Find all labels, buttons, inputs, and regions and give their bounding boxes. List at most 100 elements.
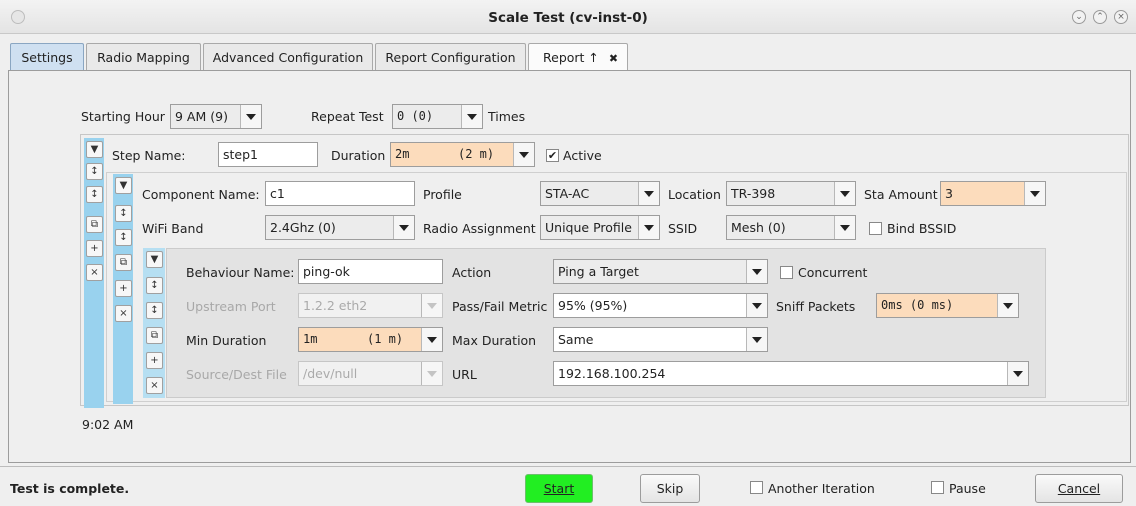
behaviour-name-label: Behaviour Name:: [186, 265, 295, 280]
chevron-down-icon: [240, 105, 261, 128]
behaviour-sidebar: [143, 248, 165, 398]
step-collapse-button[interactable]: ▼: [86, 141, 103, 158]
behaviour-add-button[interactable]: +: [146, 352, 163, 369]
ssid-select[interactable]: Mesh (0): [726, 215, 856, 240]
chevron-down-icon: [393, 216, 414, 239]
location-label: Location: [668, 187, 721, 202]
window-title: Scale Test (cv-inst-0): [488, 10, 648, 26]
component-name-input[interactable]: c1: [265, 181, 415, 206]
sta-amount-label: Sta Amount: [864, 187, 938, 202]
chevron-down-icon: [746, 260, 767, 283]
title-bar: Scale Test (cv-inst-0) ⌄ ⌃ ×: [0, 0, 1136, 34]
max-duration-select[interactable]: Same: [553, 327, 768, 352]
concurrent-checkbox[interactable]: [780, 266, 793, 279]
ssid-label: SSID: [668, 221, 698, 236]
action-label: Action: [452, 265, 492, 280]
chevron-down-icon: [421, 294, 442, 317]
behaviour-move-button[interactable]: ↕: [146, 277, 163, 294]
chevron-down-icon: [638, 182, 659, 205]
bind-bssid-label: Bind BSSID: [887, 221, 957, 236]
chevron-down-icon: [997, 294, 1018, 317]
chevron-down-icon: [1007, 362, 1028, 385]
radio-assignment-select[interactable]: Unique Profile: [540, 215, 660, 240]
clock-label: 9:02 AM: [82, 417, 134, 432]
duration-select[interactable]: 2m (2 m): [390, 142, 535, 167]
sta-amount-select[interactable]: 3: [940, 181, 1046, 206]
chevron-down-icon: [461, 105, 482, 128]
behaviour-collapse-button[interactable]: ▼: [146, 251, 163, 268]
another-iteration-label: Another Iteration: [768, 481, 875, 496]
profile-label: Profile: [423, 187, 462, 202]
chevron-down-icon: [421, 362, 442, 385]
url-label: URL: [452, 367, 477, 382]
sniff-packets-select[interactable]: 0ms (0 ms): [876, 293, 1019, 318]
action-select[interactable]: Ping a Target: [553, 259, 768, 284]
repeat-test-label: Repeat Test: [311, 109, 384, 124]
step-copy-button[interactable]: ⧉: [86, 216, 103, 233]
step-remove-button[interactable]: ×: [86, 264, 103, 281]
component-remove-button[interactable]: ×: [115, 305, 132, 322]
step-move-button[interactable]: ↕: [86, 163, 103, 180]
step-name-input[interactable]: step1: [218, 142, 318, 167]
upstream-port-label: Upstream Port: [186, 299, 276, 314]
url-combobox[interactable]: 192.168.100.254: [553, 361, 1029, 386]
chevron-down-icon: [746, 328, 767, 351]
wifi-band-select[interactable]: 2.4Ghz (0): [265, 215, 415, 240]
component-move-down-button[interactable]: ↕: [115, 229, 132, 246]
times-label: Times: [488, 109, 526, 124]
tab-report-configuration[interactable]: Report Configuration: [375, 43, 526, 70]
step-move-down-button[interactable]: ↕: [86, 186, 103, 203]
chevron-down-icon: [834, 216, 855, 239]
minimize-button[interactable]: ⌄: [1072, 10, 1086, 24]
status-message: Test is complete.: [10, 481, 130, 496]
pass-fail-metric-select[interactable]: 95% (95%): [553, 293, 768, 318]
tab-bar: Settings Radio Mapping Advanced Configur…: [0, 43, 1136, 72]
chevron-down-icon: [834, 182, 855, 205]
behaviour-move-down-button[interactable]: ↕: [146, 302, 163, 319]
pause-label: Pause: [949, 481, 986, 496]
location-select[interactable]: TR-398: [726, 181, 856, 206]
radio-assignment-label: Radio Assignment: [423, 221, 536, 236]
max-duration-label: Max Duration: [452, 333, 537, 348]
step-name-label: Step Name:: [112, 148, 186, 163]
tab-close-icon[interactable]: ✖: [609, 52, 618, 65]
bind-bssid-checkbox[interactable]: [869, 222, 882, 235]
maximize-button[interactable]: ⌃: [1093, 10, 1107, 24]
behaviour-remove-button[interactable]: ×: [146, 377, 163, 394]
tab-report-label: Report ↑: [543, 50, 599, 65]
another-iteration-checkbox[interactable]: [750, 481, 763, 494]
active-checkbox[interactable]: ✔: [546, 149, 559, 162]
step-add-button[interactable]: +: [86, 240, 103, 257]
chevron-down-icon: [638, 216, 659, 239]
skip-button[interactable]: Skip: [640, 474, 700, 503]
tab-report[interactable]: Report ↑ ✖: [528, 43, 628, 72]
tab-advanced-configuration[interactable]: Advanced Configuration: [203, 43, 373, 70]
profile-select[interactable]: STA-AC: [540, 181, 660, 206]
pass-fail-metric-label: Pass/Fail Metric: [452, 299, 548, 314]
min-duration-select[interactable]: 1m (1 m): [298, 327, 443, 352]
upstream-port-select: 1.2.2 eth2: [298, 293, 443, 318]
close-window-button[interactable]: ×: [1114, 10, 1128, 24]
source-dest-file-select: /dev/null: [298, 361, 443, 386]
concurrent-label: Concurrent: [798, 265, 868, 280]
duration-label: Duration: [331, 148, 386, 163]
sniff-packets-label: Sniff Packets: [776, 299, 856, 314]
start-button[interactable]: Start: [525, 474, 593, 503]
cancel-button[interactable]: Cancel: [1035, 474, 1123, 503]
component-add-button[interactable]: +: [115, 280, 132, 297]
active-label: Active: [563, 148, 602, 163]
tab-settings[interactable]: Settings: [10, 43, 84, 70]
pause-checkbox[interactable]: [931, 481, 944, 494]
chevron-down-icon: [513, 143, 534, 166]
starting-hour-select[interactable]: 9 AM (9): [170, 104, 262, 129]
component-copy-button[interactable]: ⧉: [115, 254, 132, 271]
tab-radio-mapping[interactable]: Radio Mapping: [86, 43, 201, 70]
component-collapse-button[interactable]: ▼: [115, 177, 132, 194]
repeat-test-select[interactable]: 0 (0): [392, 104, 483, 129]
chevron-down-icon: [421, 328, 442, 351]
behaviour-name-input[interactable]: ping-ok: [298, 259, 443, 284]
component-move-button[interactable]: ↕: [115, 205, 132, 222]
behaviour-copy-button[interactable]: ⧉: [146, 327, 163, 344]
starting-hour-label: Starting Hour: [81, 109, 165, 124]
source-dest-file-label: Source/Dest File: [186, 367, 287, 382]
